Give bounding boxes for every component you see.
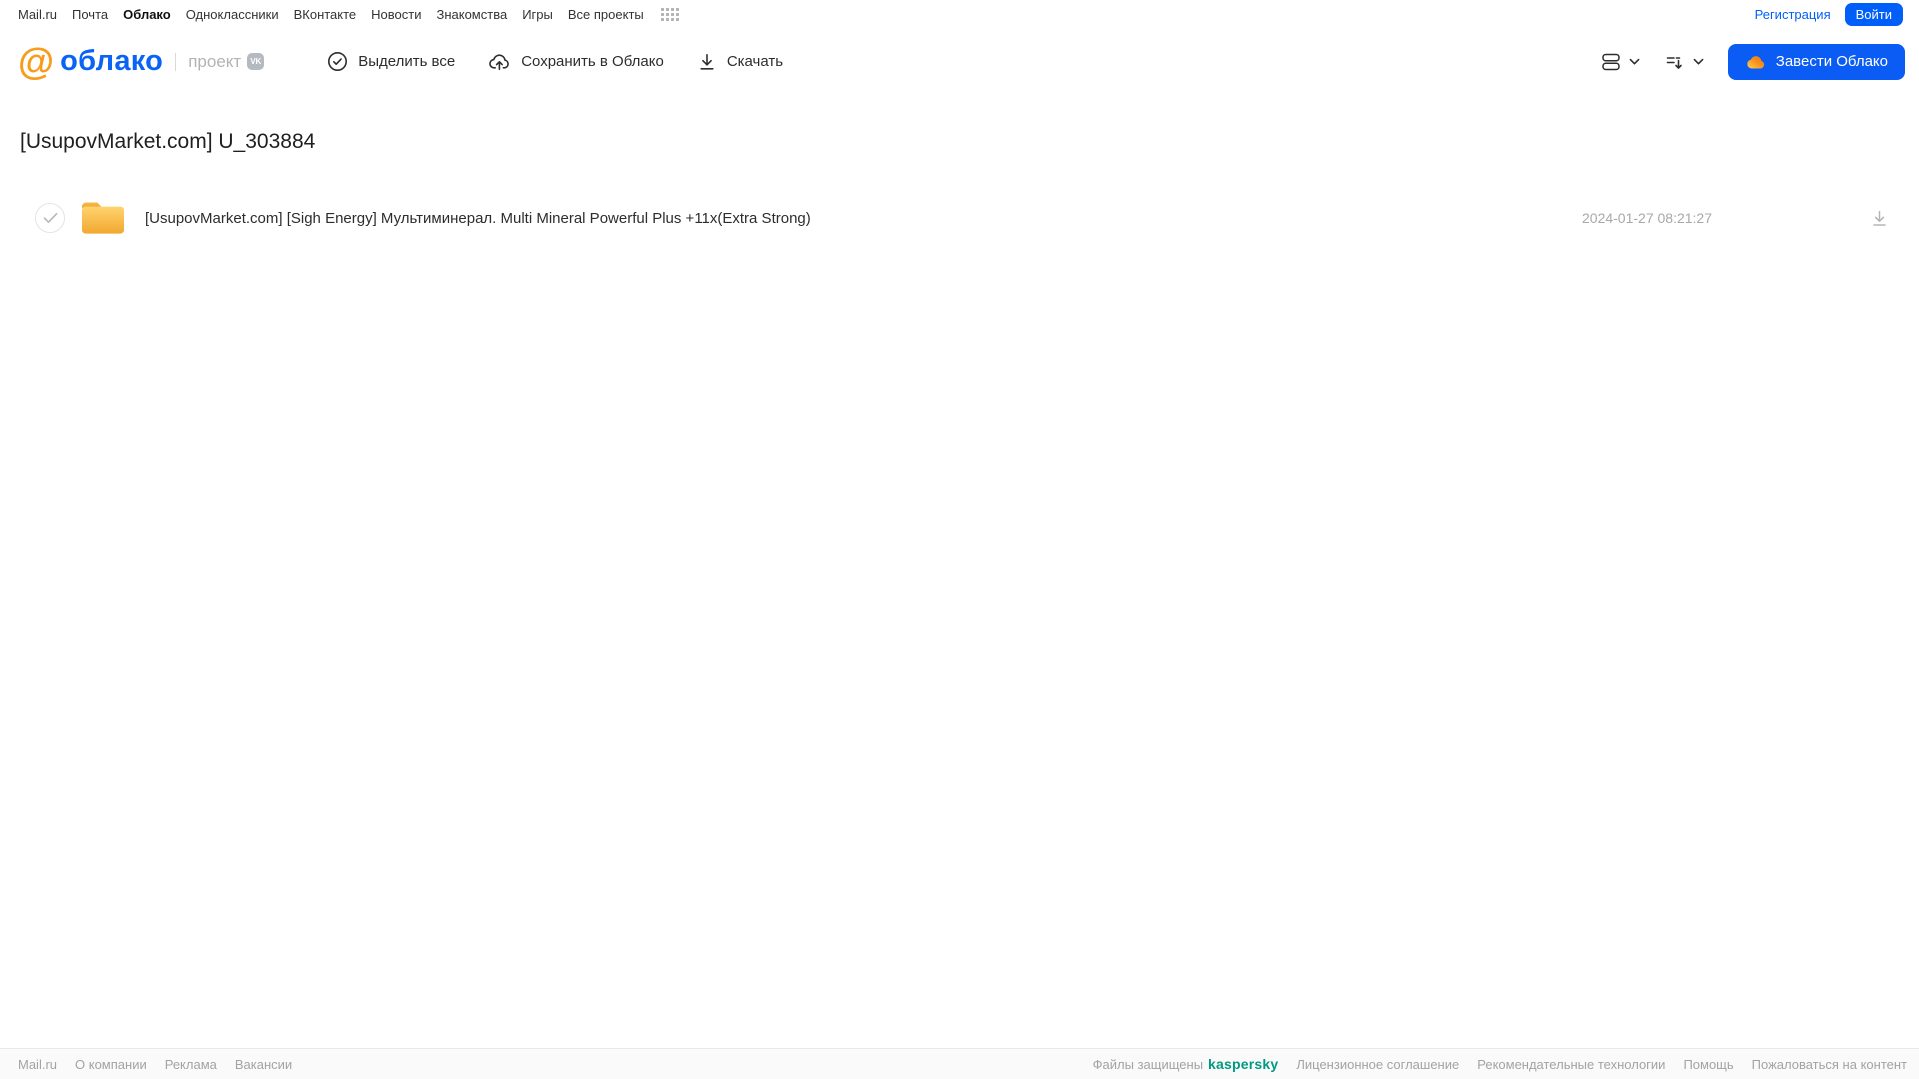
footer: Mail.ru О компании Реклама Вакансии Файл…	[0, 1048, 1919, 1079]
view-controls: Завести Облако	[1600, 43, 1905, 80]
row-download-icon[interactable]	[1870, 209, 1889, 228]
portal-link-pochta[interactable]: Почта	[72, 7, 108, 22]
file-actions: Выделить все Сохранить в Облако Скачать	[327, 51, 783, 73]
row-checkbox[interactable]	[35, 203, 65, 233]
portal-link-vkontakte[interactable]: ВКонтакте	[294, 7, 357, 22]
apps-grid-icon[interactable]	[660, 7, 679, 21]
portal-link-odnoklassniki[interactable]: Одноклассники	[186, 7, 279, 22]
cloud-toolbar: @ облако проект VK Выделить все Сохранит…	[0, 28, 1919, 95]
check-circle-icon	[327, 51, 348, 72]
file-name-link[interactable]: [UsupovMarket.com] [Sigh Energy] Мультим…	[145, 210, 811, 227]
chevron-down-icon	[1629, 58, 1640, 66]
create-cloud-button[interactable]: Завести Облако	[1727, 43, 1905, 80]
protected-text: Файлы защищены	[1092, 1056, 1204, 1072]
download-button[interactable]: Скачать	[697, 52, 783, 72]
auth-area: Регистрация Войти	[1755, 2, 1903, 26]
footer-link-jobs[interactable]: Вакансии	[235, 1057, 292, 1072]
folder-icon[interactable]	[80, 199, 126, 237]
registration-link[interactable]: Регистрация	[1755, 7, 1831, 22]
footer-link-mailru[interactable]: Mail.ru	[18, 1057, 57, 1072]
mailru-cloud-share-page: Mail.ru Почта Облако Одноклассники ВКонт…	[0, 0, 1919, 1079]
file-date: 2024-01-27 08:21:27	[1582, 210, 1712, 226]
sort-icon	[1664, 51, 1686, 73]
footer-link-ads[interactable]: Реклама	[165, 1057, 217, 1072]
chevron-down-icon	[1693, 58, 1704, 66]
portal-nav: Mail.ru Почта Облако Одноклассники ВКонт…	[0, 0, 1919, 28]
footer-link-report[interactable]: Пожаловаться на контент	[1752, 1057, 1907, 1072]
view-mode-icon	[1600, 51, 1622, 73]
save-to-cloud-label: Сохранить в Облако	[521, 53, 664, 70]
footer-right-links: Файлы защищены kaspersky Лицензионное со…	[1093, 1056, 1907, 1072]
file-row[interactable]: [UsupovMarket.com] [Sigh Energy] Мультим…	[0, 196, 1919, 240]
files-protected-note: Файлы защищены kaspersky	[1093, 1056, 1279, 1072]
cloud-logo-text: облако	[60, 45, 164, 77]
download-icon	[697, 52, 717, 72]
logo-divider	[175, 52, 177, 71]
portal-link-igry[interactable]: Игры	[522, 7, 553, 22]
kaspersky-link[interactable]: kaspersky	[1208, 1056, 1278, 1072]
download-label: Скачать	[726, 53, 784, 70]
page-title: [UsupovMarket.com] U_303884	[20, 130, 316, 153]
vk-badge-icon: VK	[247, 53, 265, 70]
portal-link-vse-proekty[interactable]: Все проекты	[568, 7, 644, 22]
portal-link-znakomstva[interactable]: Знакомства	[436, 7, 507, 22]
cloud-upload-icon	[488, 51, 511, 73]
mailru-at-icon: @	[18, 40, 55, 82]
footer-link-license[interactable]: Лицензионное соглашение	[1296, 1057, 1459, 1072]
cloud-glyph-icon	[1745, 53, 1767, 71]
cloud-logo[interactable]: @ облако проект VK	[18, 40, 265, 82]
share-content: [UsupovMarket.com] U_303884 [UsupovMarke…	[0, 128, 1919, 240]
portal-link-novosti[interactable]: Новости	[371, 7, 421, 22]
portal-link-oblako[interactable]: Облако	[123, 7, 171, 22]
save-to-cloud-button[interactable]: Сохранить в Облако	[488, 51, 664, 73]
footer-link-help[interactable]: Помощь	[1683, 1057, 1733, 1072]
sort-dropdown[interactable]	[1664, 51, 1704, 73]
portal-links: Mail.ru Почта Облако Одноклассники ВКонт…	[18, 7, 679, 22]
view-mode-dropdown[interactable]	[1600, 51, 1640, 73]
footer-left-links: Mail.ru О компании Реклама Вакансии	[18, 1057, 292, 1072]
select-all-label: Выделить все	[358, 53, 456, 70]
select-all-button[interactable]: Выделить все	[327, 51, 455, 72]
create-cloud-label: Завести Облако	[1775, 53, 1888, 70]
login-button[interactable]: Войти	[1844, 2, 1903, 26]
portal-link-mailru[interactable]: Mail.ru	[18, 7, 57, 22]
footer-link-company[interactable]: О компании	[75, 1057, 147, 1072]
project-label: проект	[188, 51, 242, 71]
footer-link-recommendations[interactable]: Рекомендательные технологии	[1477, 1057, 1665, 1072]
